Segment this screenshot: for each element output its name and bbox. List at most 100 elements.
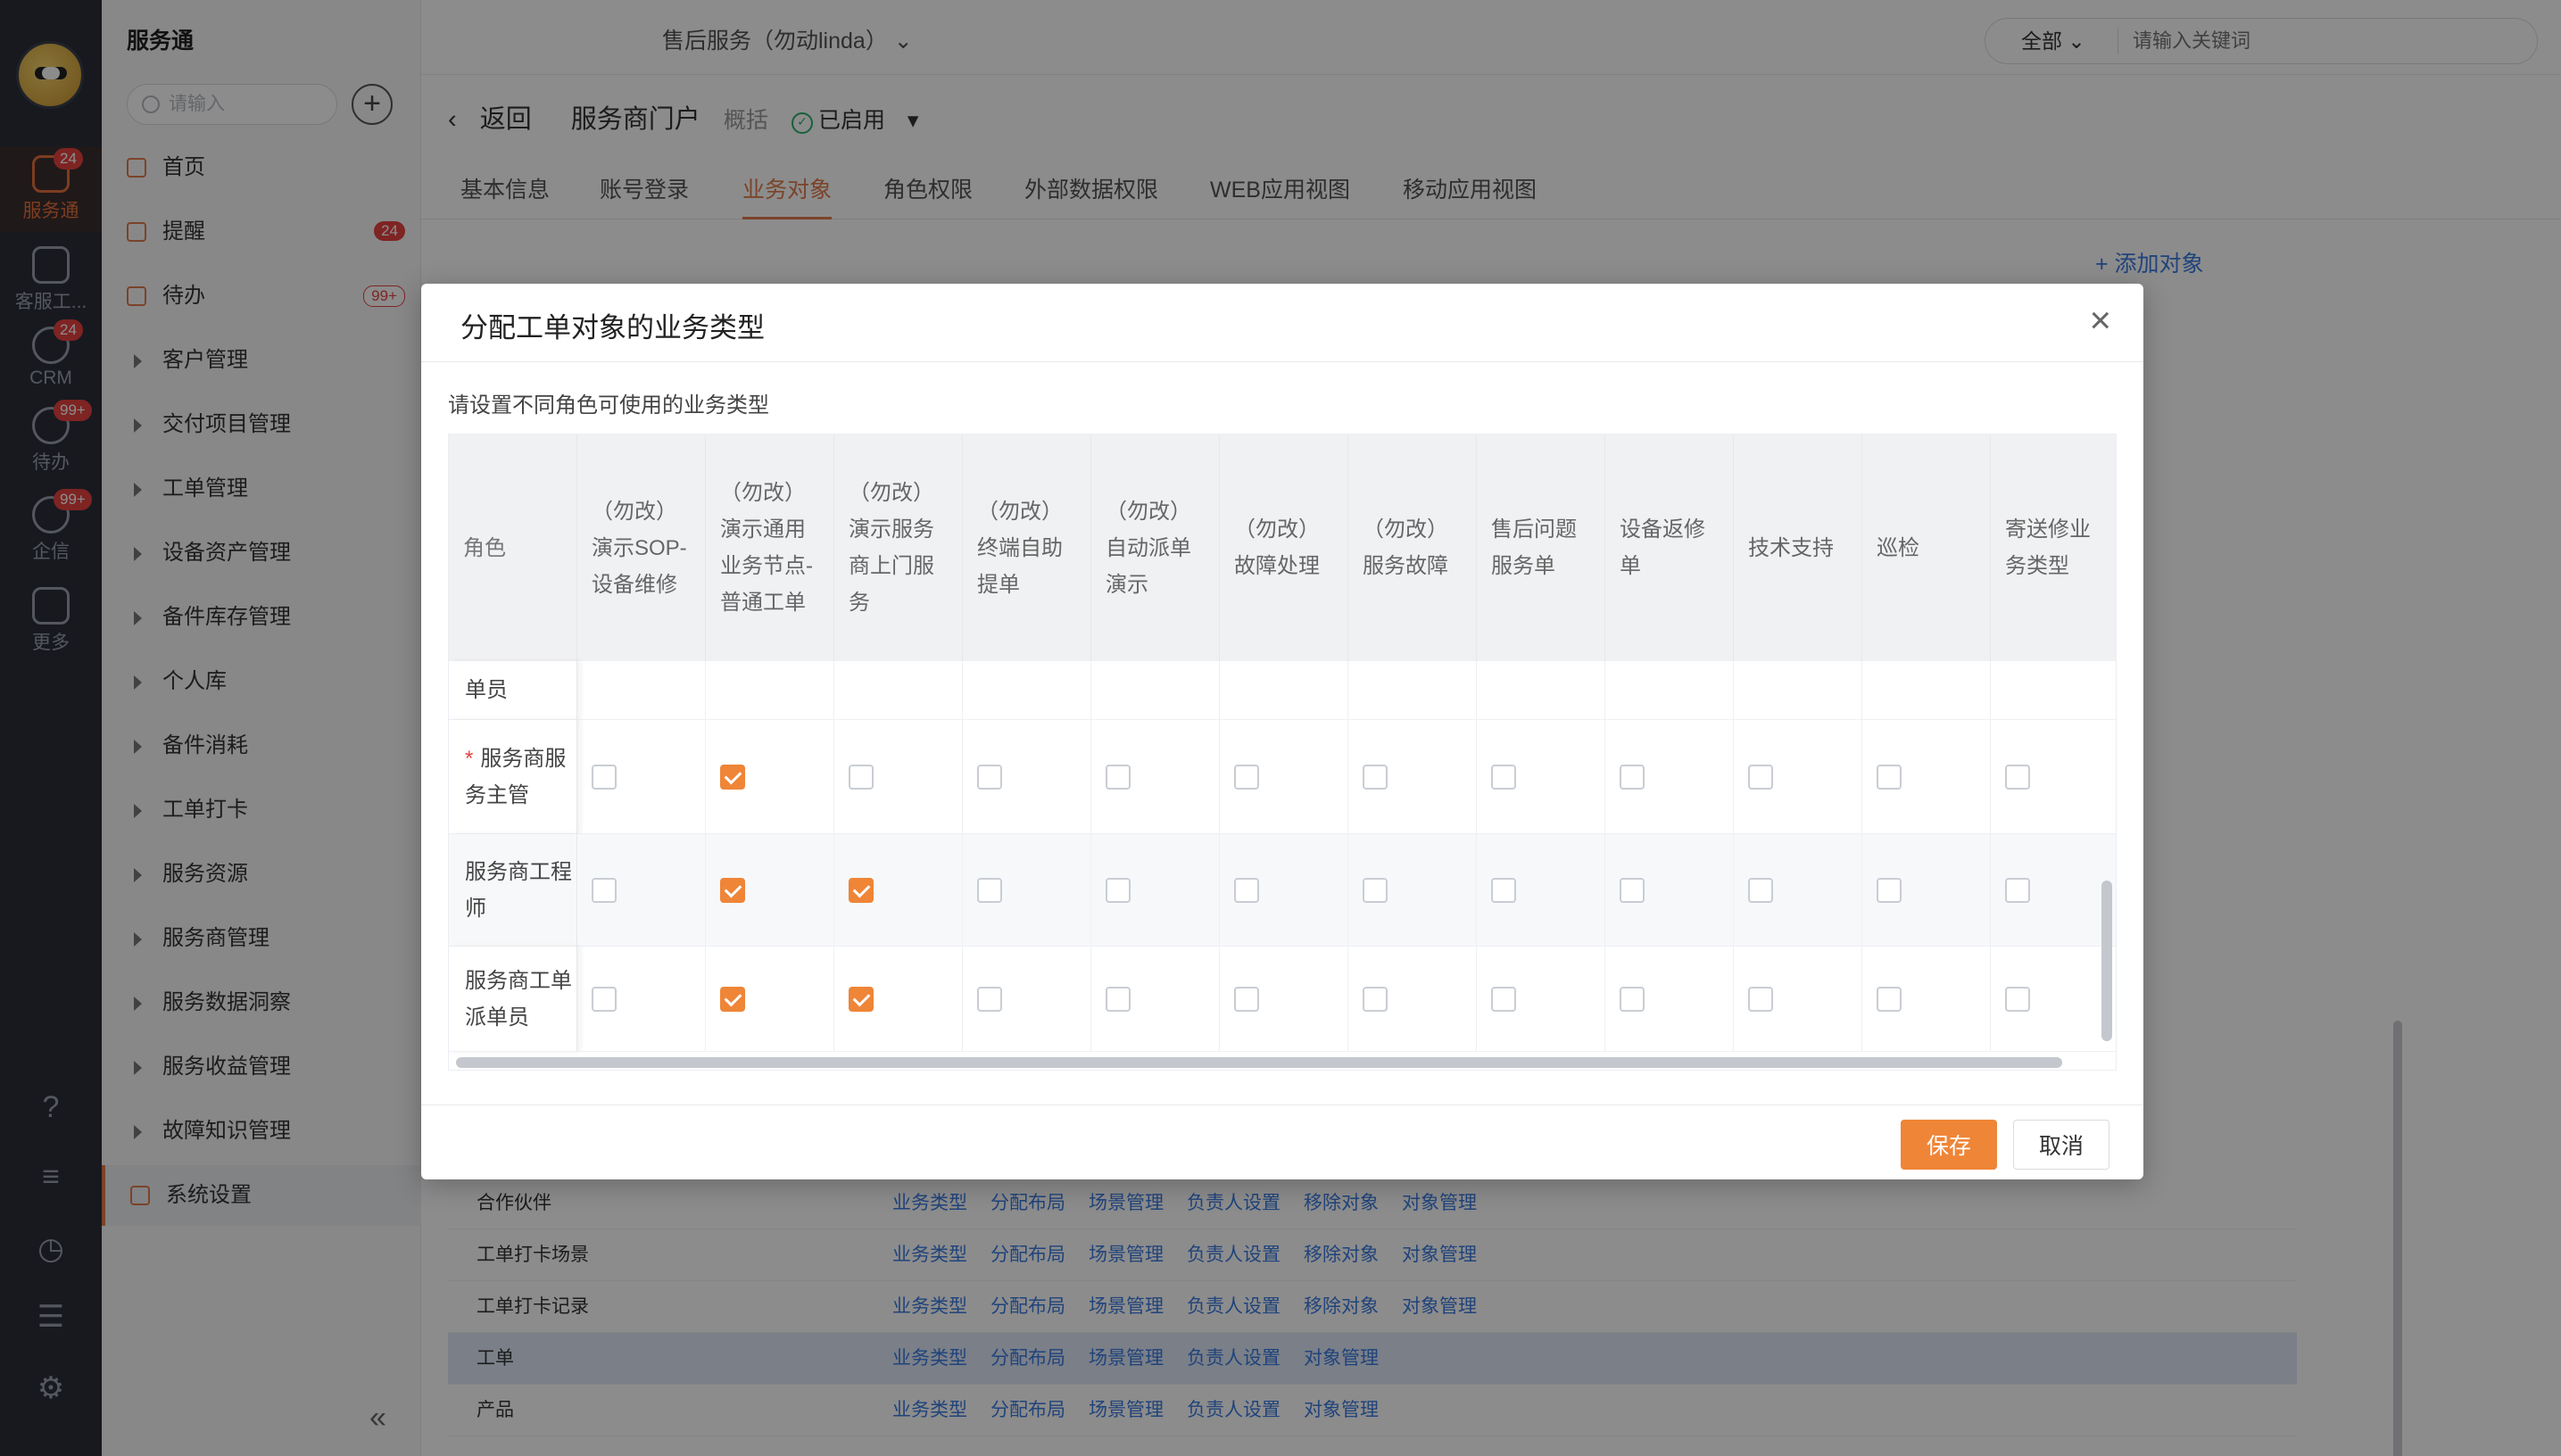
grid-cell — [577, 720, 706, 834]
dialog-footer: 保存 取消 — [421, 1104, 2143, 1179]
type-checkbox[interactable] — [1234, 878, 1259, 903]
grid-cell — [834, 661, 963, 720]
role-name: 单员 — [449, 661, 577, 720]
grid-cell — [963, 720, 1091, 834]
type-checkbox[interactable] — [849, 987, 874, 1012]
business-type-column-header: （勿改）演示SOP-设备维修 — [577, 434, 706, 661]
type-checkbox[interactable] — [1491, 878, 1516, 903]
business-type-column-header: （勿改）演示通用业务节点-普通工单 — [706, 434, 834, 661]
type-checkbox[interactable] — [1620, 765, 1645, 790]
grid-cell — [834, 720, 963, 834]
business-type-column-header: （勿改）演示服务商上门服务 — [834, 434, 963, 661]
grid-cell — [1862, 947, 1991, 1052]
horizontal-scrollbar[interactable] — [456, 1057, 2062, 1068]
business-type-column-header: 寄送修业务类型 — [1991, 434, 2116, 661]
close-icon[interactable]: × — [2089, 298, 2111, 343]
dialog-title: 分配工单对象的业务类型 — [460, 312, 765, 343]
type-checkbox[interactable] — [1877, 987, 1902, 1012]
type-checkbox[interactable] — [720, 765, 745, 790]
grid-cell — [1477, 834, 1605, 947]
role-name-text: 服务商工程师 — [465, 854, 576, 927]
cancel-button[interactable]: 取消 — [2013, 1120, 2109, 1170]
grid-cell — [1091, 661, 1220, 720]
grid-cell — [1220, 947, 1348, 1052]
type-checkbox[interactable] — [1748, 765, 1773, 790]
type-checkbox[interactable] — [720, 878, 745, 903]
grid-cell — [1862, 720, 1991, 834]
grid-cell — [1862, 834, 1991, 947]
type-checkbox[interactable] — [1748, 987, 1773, 1012]
grid-cell — [1477, 661, 1605, 720]
business-type-column-header: 技术支持 — [1734, 434, 1862, 661]
role-label: 服务商服务主管 — [465, 746, 567, 807]
grid-cell — [706, 661, 834, 720]
grid-cell — [1348, 720, 1477, 834]
type-checkbox[interactable] — [977, 765, 1002, 790]
save-button[interactable]: 保存 — [1901, 1120, 1997, 1170]
type-checkbox[interactable] — [1234, 987, 1259, 1012]
role-name: * 服务商服务主管 — [449, 720, 577, 834]
type-checkbox[interactable] — [1491, 765, 1516, 790]
type-checkbox[interactable] — [1620, 987, 1645, 1012]
type-checkbox[interactable] — [1106, 765, 1131, 790]
grid-cell — [1734, 661, 1862, 720]
grid-cell — [1862, 661, 1991, 720]
business-type-column-header: 售后问题服务单 — [1477, 434, 1605, 661]
type-checkbox[interactable] — [1106, 987, 1131, 1012]
grid-cell — [1605, 834, 1734, 947]
grid-cell — [1605, 720, 1734, 834]
grid-cell — [1091, 720, 1220, 834]
type-checkbox[interactable] — [977, 987, 1002, 1012]
assign-type-dialog: 分配工单对象的业务类型 × 请设置不同角色可使用的业务类型 角色 （勿改）演示SO… — [421, 284, 2143, 1179]
type-checkbox[interactable] — [1106, 878, 1131, 903]
type-checkbox[interactable] — [1748, 878, 1773, 903]
business-type-column-header: 巡检 — [1862, 434, 1991, 661]
type-checkbox[interactable] — [2005, 987, 2030, 1012]
grid-cell — [706, 720, 834, 834]
business-type-column-header: 设备返修单 — [1605, 434, 1734, 661]
type-checkbox[interactable] — [1234, 765, 1259, 790]
grid-cell — [963, 947, 1091, 1052]
role-type-grid: 角色 （勿改）演示SOP-设备维修 （勿改）演示通用业务节点-普通工单 （勿改）演示服… — [448, 434, 2117, 1071]
role-column-header: 角色 — [449, 434, 577, 661]
grid-cell — [1091, 834, 1220, 947]
type-checkbox[interactable] — [592, 878, 617, 903]
grid-cell — [1991, 661, 2116, 720]
grid-cell — [1348, 947, 1477, 1052]
grid-cell — [1734, 720, 1862, 834]
type-checkbox[interactable] — [592, 987, 617, 1012]
type-checkbox[interactable] — [720, 987, 745, 1012]
grid-cell — [577, 947, 706, 1052]
type-checkbox[interactable] — [2005, 765, 2030, 790]
grid-cell — [1220, 834, 1348, 947]
grid-cell — [1477, 720, 1605, 834]
type-checkbox[interactable] — [1363, 987, 1388, 1012]
type-checkbox[interactable] — [1491, 987, 1516, 1012]
business-type-column-header: （勿改）自动派单演示 — [1091, 434, 1220, 661]
role-name-text: * 服务商服务主管 — [465, 740, 576, 814]
role-label: 服务商工单派单员 — [465, 968, 572, 1030]
business-type-column-header: （勿改）故障处理 — [1220, 434, 1348, 661]
type-checkbox[interactable] — [1620, 878, 1645, 903]
type-checkbox[interactable] — [1877, 878, 1902, 903]
type-checkbox[interactable] — [977, 878, 1002, 903]
grid-cell — [1991, 834, 2116, 947]
business-type-column-header: （勿改）终端自助提单 — [963, 434, 1091, 661]
type-checkbox[interactable] — [592, 765, 617, 790]
grid-cell — [1991, 720, 2116, 834]
grid-cell — [706, 834, 834, 947]
role-name: 服务商工程师 — [449, 834, 577, 947]
grid-cell — [963, 834, 1091, 947]
type-checkbox[interactable] — [1877, 765, 1902, 790]
type-checkbox[interactable] — [1363, 765, 1388, 790]
grid-cell — [1605, 947, 1734, 1052]
type-checkbox[interactable] — [1363, 878, 1388, 903]
dialog-description: 请设置不同角色可使用的业务类型 — [448, 393, 769, 418]
type-checkbox[interactable] — [849, 878, 874, 903]
type-checkbox[interactable] — [2005, 878, 2030, 903]
vertical-scrollbar[interactable] — [2101, 881, 2112, 1041]
grid-cell — [1734, 834, 1862, 947]
grid-cell — [1734, 947, 1862, 1052]
type-checkbox[interactable] — [849, 765, 874, 790]
grid-cell — [1220, 720, 1348, 834]
